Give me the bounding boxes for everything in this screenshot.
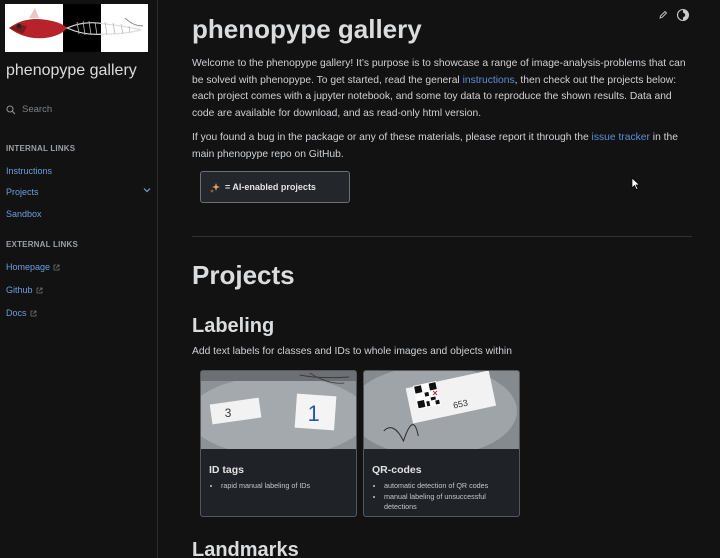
- edit-pencil-icon[interactable]: [658, 10, 668, 20]
- ai-enabled-projects-button[interactable]: = AI-enabled projects: [200, 171, 350, 203]
- sidebar-item-homepage[interactable]: Homepage: [6, 262, 60, 272]
- landmarks-heading: Landmarks: [192, 539, 299, 558]
- list-item: automatic detection of QR codes: [384, 481, 519, 492]
- external-link-icon: [30, 310, 36, 316]
- internal-links-heading: INTERNAL LINKS: [6, 144, 76, 153]
- list-item: rapid manual labeling of IDs: [221, 481, 356, 492]
- tag-label-1: 1: [308, 401, 320, 426]
- project-card-id-tags[interactable]: 3 1 ID tags rapid manual labeling of IDs: [200, 370, 357, 517]
- intro-paragraph: Welcome to the phenopype gallery! It’s p…: [192, 56, 694, 122]
- sidebar-item-projects[interactable]: Projects: [6, 187, 39, 197]
- projects-heading: Projects: [192, 260, 295, 290]
- card-title: QR-codes: [372, 464, 422, 476]
- header-actions: [658, 8, 690, 22]
- fish-logo-icon: [5, 4, 148, 52]
- issue-tracker-link[interactable]: issue tracker: [592, 132, 650, 143]
- sidebar-item-docs[interactable]: Docs: [6, 308, 37, 318]
- sidebar: phenopype gallery Search INTERNAL LINKS …: [0, 0, 158, 558]
- site-title[interactable]: phenopype gallery: [6, 62, 137, 80]
- card-title: ID tags: [209, 464, 245, 476]
- divider: [192, 236, 692, 237]
- labeling-description: Add text labels for classes and IDs to w…: [192, 346, 512, 357]
- bug-paragraph: If you found a bug in the package or any…: [192, 130, 694, 163]
- list-item: manual labeling of unsuccessful detectio…: [384, 492, 519, 513]
- sidebar-item-label: Homepage: [6, 262, 51, 272]
- search-placeholder: Search: [22, 104, 53, 115]
- mouse-cursor-icon: [631, 177, 641, 190]
- project-card-qr-codes[interactable]: 653 QR-codes automatic detection of QR c…: [363, 370, 520, 517]
- card-bullets: rapid manual labeling of IDs: [221, 481, 356, 492]
- sparkle-icon: [210, 182, 220, 193]
- card-bullets: automatic detection of QR codes manual l…: [384, 481, 519, 513]
- sidebar-item-sandbox[interactable]: Sandbox: [6, 209, 42, 219]
- sidebar-item-label: Docs: [6, 308, 27, 318]
- bug-text: If you found a bug in the package or any…: [192, 132, 592, 143]
- qr-codes-thumbnail: 653: [364, 371, 519, 456]
- search-icon: [6, 104, 16, 114]
- external-link-icon: [53, 264, 60, 270]
- chevron-down-icon[interactable]: [143, 186, 151, 194]
- theme-toggle-icon[interactable]: [676, 8, 690, 22]
- external-links-heading: EXTERNAL LINKS: [6, 240, 78, 249]
- sidebar-item-github[interactable]: Github: [6, 285, 43, 295]
- tag-label-3: 3: [225, 406, 232, 420]
- id-tags-thumbnail: 3 1: [201, 371, 356, 456]
- sidebar-item-instructions[interactable]: Instructions: [6, 166, 52, 176]
- external-link-icon: [36, 287, 42, 293]
- sidebar-item-label: Github: [6, 285, 33, 295]
- search-input[interactable]: Search: [6, 104, 52, 115]
- page-title: phenopype gallery: [192, 14, 422, 44]
- logo[interactable]: [5, 4, 148, 52]
- instructions-link[interactable]: instructions: [463, 75, 515, 86]
- labeling-heading: Labeling: [192, 315, 275, 337]
- ai-button-label: = AI-enabled projects: [225, 182, 316, 192]
